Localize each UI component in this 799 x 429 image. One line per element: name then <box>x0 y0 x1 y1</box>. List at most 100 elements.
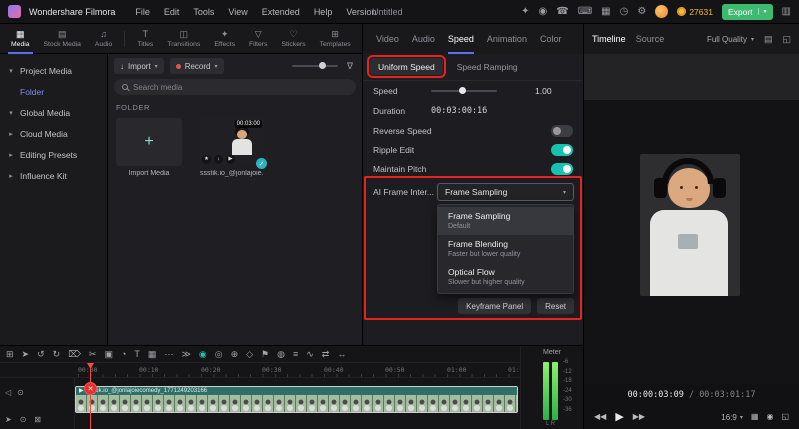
quality-dropdown[interactable]: Full Quality ▾ <box>707 35 754 44</box>
notification-icon[interactable]: ◷ <box>620 7 629 17</box>
duration-value[interactable]: 00:03:00:16 <box>431 106 487 116</box>
audio-mixer-icon[interactable]: ≡ <box>293 350 298 359</box>
playhead-handle[interactable] <box>84 382 97 395</box>
transition-tool-icon[interactable]: ⇄ <box>322 350 330 359</box>
reset-button[interactable]: Reset <box>537 298 574 314</box>
grid-view-icon[interactable]: ▦ <box>751 413 759 421</box>
tab-audio-props[interactable]: Audio <box>412 24 435 54</box>
split-icon[interactable]: ✂ <box>89 350 97 359</box>
tab-video[interactable]: Video <box>376 24 399 54</box>
hide-track-icon[interactable]: ⊙ <box>17 388 24 397</box>
keyboard-shortcut-icon[interactable]: ⌨ <box>578 7 592 17</box>
layout-icon[interactable]: ▦ <box>601 7 610 17</box>
phone-mirror-icon[interactable]: ☎ <box>556 7 568 17</box>
timeline-video-clip[interactable]: ▶ ssstik.io_@jonlajoiecomedy_17712492031… <box>75 386 518 413</box>
lock-icon[interactable]: ⊠ <box>34 415 41 424</box>
text-tool-icon[interactable]: T <box>134 350 140 359</box>
uniform-speed-button[interactable]: Uniform Speed <box>370 58 443 75</box>
menu-view[interactable]: View <box>228 7 247 17</box>
record-button[interactable]: Record ▾ <box>170 58 224 74</box>
keyframe-icon[interactable]: ◇ <box>246 350 253 359</box>
motion-track-icon[interactable]: ⊕ <box>231 350 239 359</box>
snapshot-icon[interactable]: ◉ <box>766 413 773 421</box>
delete-icon[interactable]: ⌦ <box>68 350 81 359</box>
speed-slider-handle[interactable] <box>459 87 466 94</box>
gift-icon[interactable]: ✦ <box>521 7 529 17</box>
prev-frame-button[interactable]: ◀◀ <box>594 413 606 421</box>
search-input[interactable] <box>133 83 348 92</box>
reverse-speed-toggle[interactable] <box>551 125 573 137</box>
aspect-ratio-dropdown[interactable]: 16:9 ▾ <box>721 413 743 422</box>
menu-edit[interactable]: Edit <box>164 7 180 17</box>
tab-transitions[interactable]: ◫ Transitions <box>160 24 207 54</box>
tab-filters[interactable]: ▽ Filters <box>242 24 275 54</box>
fullscreen-icon[interactable]: ◱ <box>781 413 789 421</box>
download-icon[interactable]: ↓ <box>214 155 223 164</box>
next-frame-button[interactable]: ▶▶ <box>633 413 645 421</box>
speed-ramping-button[interactable]: Speed Ramping <box>457 62 518 72</box>
sidebar-item-project-media[interactable]: ▾ Project Media <box>0 60 107 81</box>
menu-file[interactable]: File <box>135 7 150 17</box>
switch-mode-icon[interactable]: ▥ <box>782 7 791 17</box>
export-button[interactable]: Export ▾ <box>722 4 773 20</box>
filter-icon[interactable]: ∇ <box>347 61 353 72</box>
option-frame-blending[interactable]: Frame Blending Faster but lower quality <box>438 235 573 263</box>
tab-audio[interactable]: ♫ Audio <box>88 24 119 54</box>
play-button[interactable]: ▶ <box>615 412 623 423</box>
sidebar-item-folder[interactable]: Folder <box>0 81 107 102</box>
tab-timeline-view[interactable]: Timeline <box>592 34 626 44</box>
import-button[interactable]: ↓ Import ▾ <box>114 58 164 74</box>
layout-grid-icon[interactable]: ⊞ <box>6 350 14 359</box>
playhead[interactable] <box>90 363 91 429</box>
tab-titles[interactable]: T Titles <box>130 24 160 54</box>
avatar[interactable] <box>655 5 668 18</box>
expand-tools-icon[interactable]: ≫ <box>181 350 190 359</box>
export-caret-icon[interactable]: ▾ <box>758 8 767 15</box>
option-optical-flow[interactable]: Optical Flow Slower but higher quality <box>438 263 573 291</box>
play-icon[interactable]: ▶ <box>226 155 235 164</box>
video-viewport[interactable] <box>584 54 799 384</box>
speed-value[interactable]: 1.00 <box>535 86 552 96</box>
option-frame-sampling[interactable]: Frame Sampling Default <box>438 207 573 235</box>
tab-effects[interactable]: ✦ Effects <box>207 24 242 54</box>
redo-icon[interactable]: ↻ <box>53 350 61 359</box>
menu-tools[interactable]: Tools <box>193 7 214 17</box>
expand-panel-icon[interactable]: ◱ <box>782 34 791 45</box>
marker-icon[interactable]: ⚑ <box>261 350 269 359</box>
crop-icon[interactable]: ▣ <box>104 350 113 359</box>
favorite-icon[interactable]: ★ <box>202 155 211 164</box>
maintain-pitch-toggle[interactable] <box>551 163 573 175</box>
chevron-right-icon[interactable]: ▸ <box>7 172 15 180</box>
split-view-icon[interactable]: ▤ <box>764 34 773 45</box>
tab-animation[interactable]: Animation <box>487 24 527 54</box>
search-box[interactable] <box>114 79 356 95</box>
media-clip-card[interactable]: 00:03:00 ★ ↓ ▶ ssstik.io_@jonlajoie... <box>200 118 264 177</box>
chevron-right-icon[interactable]: ▸ <box>7 130 15 138</box>
sidebar-item-cloud-media[interactable]: ▸ Cloud Media <box>0 123 107 144</box>
voiceover-mic-icon[interactable]: ◍ <box>277 350 285 359</box>
sidebar-item-global-media[interactable]: ▾ Global Media <box>0 102 107 123</box>
speed-ramp-icon[interactable]: ∿ <box>306 350 314 359</box>
pip-icon[interactable]: ▦ <box>148 350 157 359</box>
sidebar-item-influence-kit[interactable]: ▸ Influence Kit <box>0 165 107 186</box>
keyframe-panel-button[interactable]: Keyframe Panel <box>458 298 531 314</box>
thumbnail-size-slider[interactable] <box>292 65 338 67</box>
coin-balance[interactable]: 27631 <box>677 7 713 17</box>
chevron-right-icon[interactable]: ▸ <box>7 151 15 159</box>
ai-frame-dropdown[interactable]: Frame Sampling ▾ <box>437 183 574 201</box>
speed-slider[interactable] <box>431 90 497 92</box>
tab-speed[interactable]: Speed <box>448 24 474 54</box>
speed-tool-icon[interactable]: ◔ <box>121 350 126 359</box>
mute-track-icon[interactable]: ◁ <box>5 388 11 397</box>
undo-icon[interactable]: ↺ <box>37 350 45 359</box>
mask-icon[interactable]: ◎ <box>215 350 223 359</box>
menu-help[interactable]: Help <box>314 7 333 17</box>
tab-stickers[interactable]: ♡ Stickers <box>274 24 312 54</box>
pointer-icon[interactable]: ➤ <box>5 415 12 424</box>
tab-source-view[interactable]: Source <box>636 34 665 44</box>
eye-icon[interactable]: ⊙ <box>20 415 27 424</box>
ripple-edit-toggle[interactable] <box>551 144 573 156</box>
auto-ripple-icon[interactable]: ↔ <box>337 350 346 359</box>
more-tools-icon[interactable]: ⋯ <box>164 350 173 359</box>
screen-record-icon[interactable]: ◉ <box>539 7 548 17</box>
